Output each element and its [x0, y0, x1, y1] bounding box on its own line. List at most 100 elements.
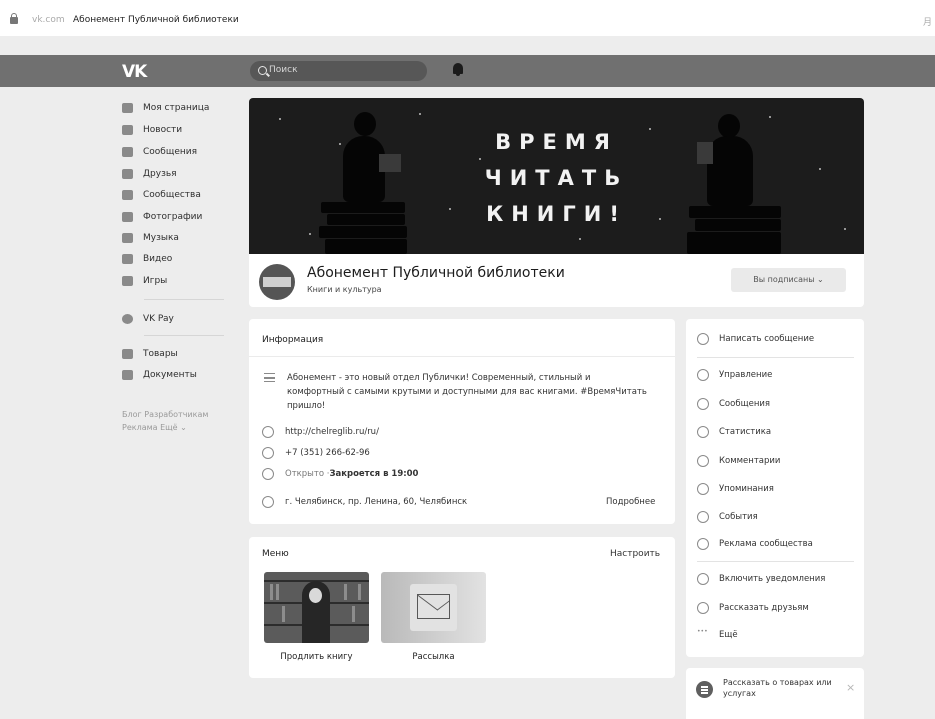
actions-divider — [697, 561, 854, 562]
action-comments[interactable]: Комментарии — [697, 453, 780, 469]
info-title: Информация — [262, 335, 324, 345]
sidebar-item-label: Новости — [143, 125, 183, 135]
friends-icon — [122, 169, 133, 179]
sidebar-item-music[interactable]: Музыка — [122, 229, 179, 247]
goods-services-prompt[interactable]: Рассказать о товарах или услугах × — [686, 668, 864, 719]
translate-icon[interactable]: 月 — [923, 15, 932, 28]
sidebar-item-communities[interactable]: Сообщества — [122, 186, 201, 204]
community-name: Абонемент Публичной библиотеки — [307, 265, 565, 281]
more-details-link[interactable]: Подробнее — [606, 497, 655, 507]
phone-icon — [262, 447, 274, 459]
cover-title-line: ЧИТАТЬ — [484, 166, 629, 190]
sidebar-item-documents[interactable]: Документы — [122, 366, 197, 384]
sidebar-item-games[interactable]: Игры — [122, 272, 167, 290]
communities-icon — [122, 190, 133, 200]
book-spine — [344, 584, 347, 600]
address-domain: vk.com — [32, 15, 65, 25]
menu-tile-renew-book[interactable] — [264, 572, 369, 643]
info-phone[interactable]: +7 (351) 266-62-96 — [262, 445, 370, 461]
share-icon — [697, 602, 709, 614]
documents-icon — [122, 370, 133, 380]
menu-item-label[interactable]: Рассылка — [381, 652, 486, 662]
action-more[interactable]: Ещё — [697, 627, 738, 643]
cover-title-line: КНИГИ! — [486, 202, 627, 226]
sidebar-item-label: Сообщества — [143, 190, 201, 200]
comment-icon — [697, 455, 709, 467]
action-community-ads[interactable]: Реклама сообщества — [697, 536, 813, 552]
community-category[interactable]: Книги и культура — [307, 285, 382, 294]
sidebar-item-messages[interactable]: Сообщения — [122, 143, 197, 161]
info-website[interactable]: http://chelreglib.ru/ru/ — [262, 424, 379, 440]
stats-icon — [697, 426, 709, 438]
cover-star — [769, 116, 771, 118]
cover-star — [309, 233, 311, 235]
book-stack — [325, 239, 407, 254]
sidebar-item-goods[interactable]: Товары — [122, 345, 178, 363]
location-pin-icon — [262, 496, 274, 508]
action-label: Написать сообщение — [719, 334, 815, 344]
write-message-action[interactable]: Написать сообщение — [697, 331, 814, 347]
close-icon[interactable]: × — [846, 681, 855, 694]
action-manage[interactable]: Управление — [697, 367, 772, 383]
sidebar-item-photos[interactable]: Фотографии — [122, 208, 202, 226]
games-icon — [122, 276, 133, 286]
sidebar-footer-links[interactable]: Блог Разработчикам — [122, 410, 208, 419]
subscribed-button[interactable]: Вы подписаны ⌄ — [731, 268, 846, 292]
website-link[interactable]: http://chelreglib.ru/ru/ — [285, 427, 379, 437]
action-mentions[interactable]: Упоминания — [697, 481, 774, 497]
menu-configure-link[interactable]: Настроить — [610, 549, 660, 559]
book-stack — [319, 226, 407, 238]
action-events[interactable]: События — [697, 509, 758, 525]
book-spine — [352, 606, 355, 622]
action-messages[interactable]: Сообщения — [697, 396, 770, 412]
sidebar-item-video[interactable]: Видео — [122, 250, 172, 268]
community-cover: ВРЕМЯ ЧИТАТЬ КНИГИ! — [249, 98, 864, 254]
vk-logo[interactable]: VK — [122, 62, 147, 82]
community-avatar[interactable] — [259, 264, 295, 300]
search-input[interactable]: Поиск — [250, 61, 427, 81]
chat-icon — [697, 398, 709, 410]
action-enable-notifications[interactable]: Включить уведомления — [697, 571, 825, 587]
action-label: Статистика — [719, 427, 772, 437]
menu-title: Меню — [262, 549, 289, 559]
action-tell-friends[interactable]: Рассказать друзьям — [697, 600, 809, 616]
gear-icon — [697, 369, 709, 381]
sidebar-item-label: Игры — [143, 276, 168, 286]
lock-icon — [10, 13, 18, 24]
action-label: Упоминания — [719, 484, 774, 494]
action-statistics[interactable]: Статистика — [697, 424, 771, 440]
librarian-face — [309, 588, 322, 603]
sidebar-item-my-page[interactable]: Моя страница — [122, 99, 209, 117]
envelope-icon — [410, 584, 457, 631]
cover-star — [844, 228, 846, 230]
sidebar-item-label: Музыка — [143, 233, 179, 243]
book-spine — [270, 584, 273, 600]
menu-item-label[interactable]: Продлить книгу — [264, 652, 369, 662]
more-icon — [697, 628, 709, 641]
book-stack — [687, 232, 781, 254]
notifications-bell-icon[interactable] — [453, 63, 463, 76]
book-spine — [282, 606, 285, 622]
action-label: Ещё — [719, 630, 738, 640]
menu-card: Меню Настроить Продлить книгу Рассылка — [249, 537, 675, 678]
menu-tile-newsletter[interactable] — [381, 572, 486, 643]
action-label: Рассказать друзьям — [719, 603, 809, 613]
info-address[interactable]: г. Челябинск, пр. Ленина, 60, Челябинск — [262, 494, 467, 510]
address-bar[interactable]: vk.com Абонемент Публичной библиотеки 月 — [0, 0, 935, 36]
sidebar-divider — [144, 335, 224, 336]
sidebar-item-friends[interactable]: Друзья — [122, 165, 177, 183]
home-icon — [122, 103, 133, 113]
address-page-title: Абонемент Публичной библиотеки — [73, 15, 239, 25]
sidebar-item-news[interactable]: Новости — [122, 121, 182, 139]
action-label: Сообщения — [719, 399, 771, 409]
sidebar-item-vkpay[interactable]: VK Pay — [122, 310, 174, 328]
phone-number[interactable]: +7 (351) 266-62-96 — [285, 448, 370, 458]
address-text[interactable]: г. Челябинск, пр. Ленина, 60, Челябинск — [285, 497, 467, 507]
book-spine — [276, 584, 279, 600]
messages-icon — [122, 147, 133, 157]
cover-star — [479, 158, 481, 160]
open-status: Открыто · — [285, 469, 330, 479]
community-header: Абонемент Публичной библиотеки Книги и к… — [249, 254, 864, 307]
clock-icon — [262, 468, 274, 480]
sidebar-footer-links[interactable]: Реклама Ещё ⌄ — [122, 423, 187, 432]
